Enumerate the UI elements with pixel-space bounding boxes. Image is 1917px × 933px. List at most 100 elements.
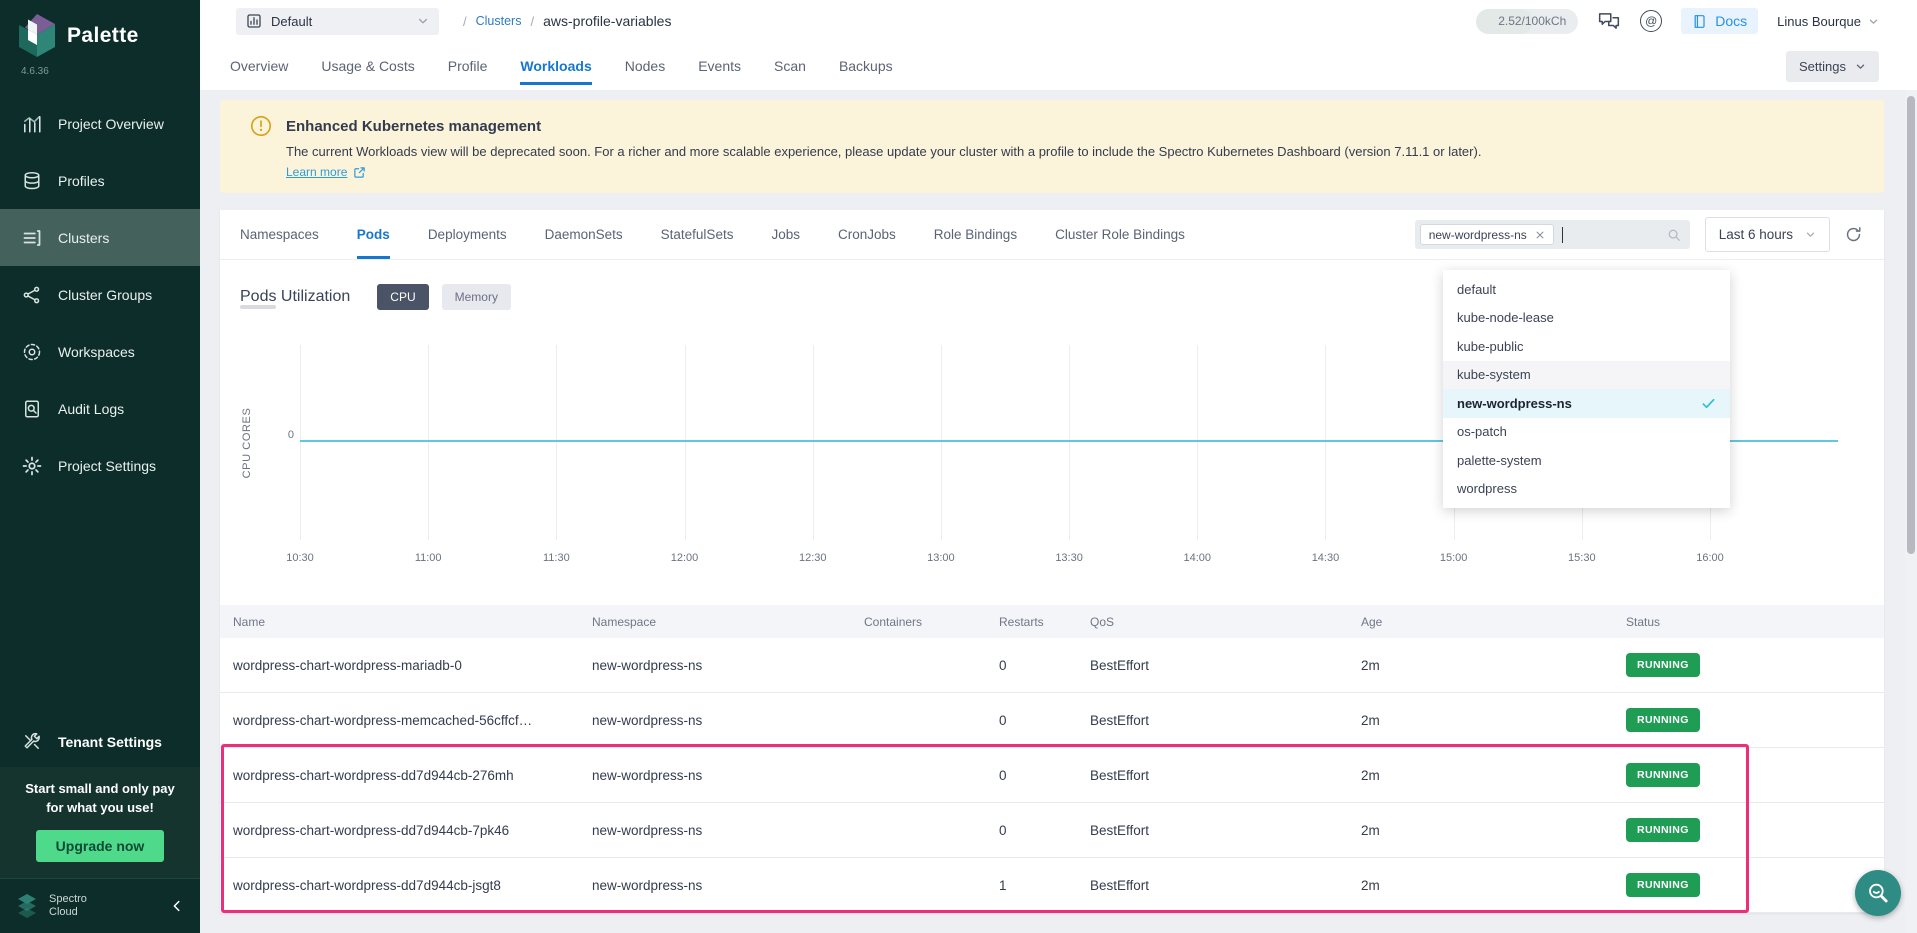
chart-gridline [428, 345, 429, 540]
docs-label: Docs [1715, 13, 1747, 29]
namespace-dropdown-item[interactable]: palette-system [1443, 446, 1730, 475]
namespace-dropdown-item[interactable]: os-patch [1443, 418, 1730, 447]
sidebar-item[interactable]: Project Settings [0, 437, 200, 494]
pod-status-cell: RUNNING [1626, 818, 1884, 842]
namespace-filter-input[interactable]: new-wordpress-ns [1415, 220, 1690, 249]
column-header-containers: Containers [864, 615, 999, 629]
table-row[interactable]: wordpress-chart-wordpress-memcached-56cf… [220, 693, 1884, 748]
chart-gridline [941, 345, 942, 540]
project-scope-icon [246, 13, 262, 29]
audit-logs-icon [22, 399, 42, 419]
learn-more-label: Learn more [286, 165, 347, 179]
sidebar-item[interactable]: Workspaces [0, 323, 200, 380]
workloads-subtab[interactable]: Namespaces [240, 210, 319, 259]
page-scrollbar-thumb[interactable] [1907, 96, 1915, 554]
pod-qos-cell: BestEffort [1090, 658, 1361, 673]
search-icon [1667, 228, 1681, 242]
project-selector-value: Default [271, 14, 312, 29]
support-chat-button[interactable] [1855, 870, 1901, 916]
sidebar-item[interactable]: Audit Logs [0, 380, 200, 437]
sidebar-item[interactable]: Cluster Groups [0, 266, 200, 323]
usage-quota-value: 2.52/100kCh [1498, 9, 1566, 34]
column-header-status: Status [1626, 615, 1884, 629]
namespace-dropdown-item[interactable]: default [1443, 275, 1730, 304]
support-at-icon[interactable]: @ [1640, 10, 1662, 32]
cluster-tab-label: Nodes [625, 58, 665, 74]
namespace-dropdown-item[interactable]: kube-node-lease [1443, 304, 1730, 333]
breadcrumb-clusters-link[interactable]: Clusters [476, 14, 522, 28]
pod-qos-cell: BestEffort [1090, 823, 1361, 838]
workloads-subtab-label: Deployments [428, 227, 507, 242]
pod-namespace-cell: new-wordpress-ns [592, 878, 864, 893]
chart-gridline [685, 345, 686, 540]
cluster-tab[interactable]: Scan [774, 42, 806, 90]
workloads-subtab[interactable]: Deployments [428, 210, 507, 259]
pod-qos-cell: BestEffort [1090, 768, 1361, 783]
remove-tag-icon[interactable] [1535, 230, 1545, 240]
chart-xtick-label: 15:00 [1440, 552, 1468, 564]
sidebar-footer: Spectro Cloud [0, 878, 200, 933]
chevron-down-icon [1868, 16, 1879, 27]
sidebar-item-label: Cluster Groups [58, 287, 152, 303]
cluster-tab[interactable]: Overview [230, 42, 288, 90]
sidebar-item[interactable]: Clusters [0, 209, 200, 266]
table-row[interactable]: wordpress-chart-wordpress-mariadb-0 new-… [220, 638, 1884, 693]
chart-xtick-label: 14:00 [1184, 552, 1212, 564]
text-cursor [1562, 227, 1563, 243]
refresh-icon[interactable] [1845, 226, 1862, 243]
page-scrollbar-track [1905, 90, 1917, 933]
chart-gridline [813, 345, 814, 540]
sidebar-item-label: Project Overview [58, 116, 164, 132]
cluster-tab-label: Workloads [520, 58, 591, 74]
table-row[interactable]: wordpress-chart-wordpress-dd7d944cb-7pk4… [220, 803, 1884, 858]
promo-text: Start small and only pay for what you us… [10, 780, 190, 818]
time-range-select[interactable]: Last 6 hours [1705, 217, 1830, 252]
column-header-namespace: Namespace [592, 615, 864, 629]
namespace-dropdown-item[interactable]: kube-system [1443, 361, 1730, 390]
workloads-subtab[interactable]: Cluster Role Bindings [1055, 210, 1185, 259]
workloads-subtab[interactable]: StatefulSets [661, 210, 734, 259]
namespace-dropdown-item[interactable]: new-wordpress-ns [1443, 389, 1730, 418]
project-selector[interactable]: Default [236, 8, 439, 35]
cluster-tab[interactable]: Workloads [520, 42, 591, 90]
chat-icon[interactable] [1597, 11, 1621, 32]
sidebar-item[interactable]: Project Overview [0, 95, 200, 152]
workloads-subtab[interactable]: Pods [357, 210, 390, 259]
namespace-option-label: palette-system [1457, 453, 1542, 468]
cluster-tab[interactable]: Profile [448, 42, 488, 90]
table-row[interactable]: wordpress-chart-wordpress-dd7d944cb-276m… [220, 748, 1884, 803]
pod-namespace-cell: new-wordpress-ns [592, 658, 864, 673]
workloads-subtab-label: Jobs [771, 227, 800, 242]
settings-button[interactable]: Settings [1786, 51, 1879, 82]
workloads-subtab[interactable]: Role Bindings [934, 210, 1017, 259]
namespace-option-label: kube-system [1457, 367, 1531, 382]
upgrade-now-button[interactable]: Upgrade now [36, 830, 165, 862]
learn-more-link[interactable]: Learn more [286, 165, 366, 179]
namespace-dropdown-item[interactable]: wordpress [1443, 475, 1730, 504]
namespace-option-label: os-patch [1457, 424, 1507, 439]
sidebar-item[interactable]: Profiles [0, 152, 200, 209]
workloads-subtab[interactable]: DaemonSets [545, 210, 623, 259]
brand-name: Palette [67, 24, 139, 48]
cluster-tab[interactable]: Backups [839, 42, 893, 90]
namespace-dropdown-item[interactable]: kube-public [1443, 332, 1730, 361]
cluster-tab-label: Usage & Costs [321, 58, 414, 74]
workloads-subtab[interactable]: CronJobs [838, 210, 896, 259]
metric-toggle-chip[interactable]: CPU [377, 284, 428, 310]
cluster-tab[interactable]: Events [698, 42, 741, 90]
table-row[interactable]: wordpress-chart-wordpress-dd7d944cb-jsgt… [220, 858, 1884, 913]
user-menu[interactable]: Linus Bourque [1777, 14, 1879, 29]
column-header-restarts: Restarts [999, 615, 1090, 629]
sidebar-item-label: Project Settings [58, 458, 156, 474]
pod-name-cell: wordpress-chart-wordpress-dd7d944cb-7pk4… [233, 823, 592, 838]
cluster-tab[interactable]: Nodes [625, 42, 665, 90]
metric-toggle-chip[interactable]: Memory [442, 284, 511, 310]
workloads-subtab[interactable]: Jobs [771, 210, 800, 259]
sidebar-item-tenant-settings[interactable]: Tenant Settings [0, 717, 200, 767]
cluster-tab[interactable]: Usage & Costs [321, 42, 414, 90]
palette-logo-icon [18, 14, 56, 58]
workloads-subtab-label: DaemonSets [545, 227, 623, 242]
sidebar-collapse-button[interactable] [170, 899, 184, 913]
pod-qos-cell: BestEffort [1090, 878, 1361, 893]
docs-button[interactable]: Docs [1681, 8, 1758, 34]
